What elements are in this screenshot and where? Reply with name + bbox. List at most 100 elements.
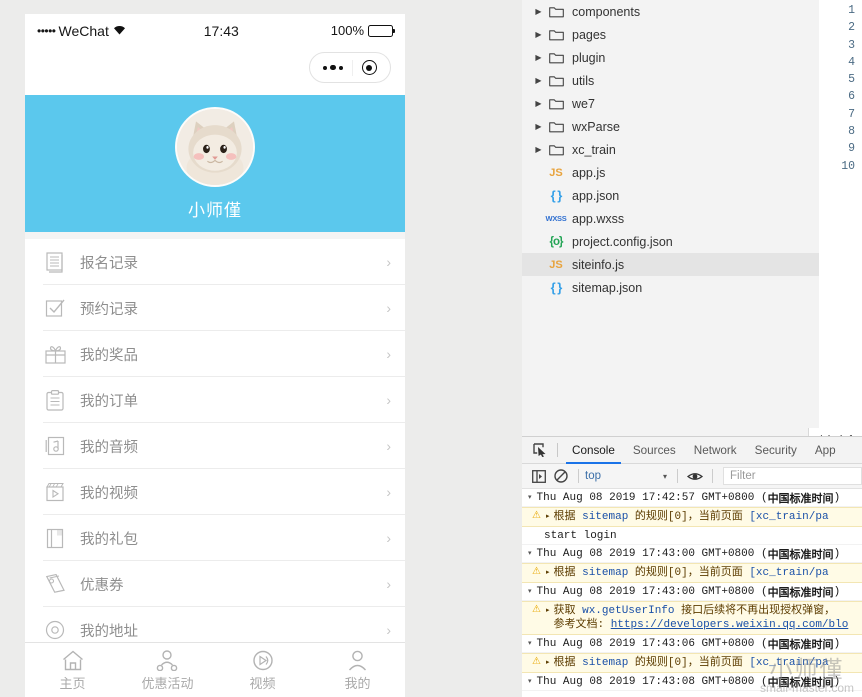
console-warning-row[interactable]: ⚠ ▸ 根据 sitemap 的规则[0]，当前页面 [xc_train/pa (522, 507, 862, 527)
wechat-capsule-button[interactable] (309, 52, 391, 83)
menu-item-5[interactable]: 我的音频 › (25, 423, 405, 469)
devtools-tab-console[interactable]: Console (563, 437, 624, 464)
chevron-down-icon[interactable]: ▾ (528, 639, 532, 648)
chevron-right-icon: › (386, 484, 391, 500)
menu-item-4[interactable]: 我的订单 › (25, 377, 405, 423)
devtools-tab-sources[interactable]: Sources (624, 437, 685, 464)
console-output[interactable]: ▾ Thu Aug 08 2019 17:42:57 GMT+0800 (中国标准… (522, 489, 862, 697)
menu-item-2[interactable]: 预约记录 › (25, 285, 405, 331)
live-expression-icon[interactable] (684, 466, 706, 486)
file-tree-row[interactable]: { } app.json (522, 184, 819, 207)
inspect-element-icon[interactable] (528, 440, 552, 460)
folder-icon (545, 121, 567, 133)
console-warning-row[interactable]: ⚠ ▸ 根据 sitemap 的规则[0]，当前页面 [xc_train/pa (522, 653, 862, 673)
file-tree-label: siteinfo.js (572, 257, 625, 272)
console-timezone: 中国标准时间 (767, 677, 834, 690)
chevron-down-icon[interactable]: ▾ (528, 677, 532, 686)
devtools-tab-app[interactable]: App (806, 437, 845, 464)
file-tree-row[interactable]: WXSS app.wxss (522, 207, 819, 230)
file-tree-label: wxParse (572, 119, 620, 134)
chevron-down-icon[interactable]: ▾ (528, 493, 532, 502)
file-tree-label: plugin (572, 50, 606, 65)
statusbar-right: 100% (331, 23, 396, 38)
file-tree-row[interactable]: ▶ pages (522, 23, 819, 46)
chevron-right-icon[interactable]: ▶ (532, 122, 545, 131)
console-doc-link[interactable]: https://developers.weixin.qq.com/blo (611, 619, 849, 631)
chevron-right-icon[interactable]: ▶ (532, 53, 545, 62)
file-tree-row[interactable]: ▶ wxParse (522, 115, 819, 138)
chevron-right-icon[interactable]: ▶ (532, 99, 545, 108)
console-warning-text: 根据 sitemap 的规则[0]，当前页面 [xc_train/pa (553, 511, 829, 523)
chevron-right-icon[interactable]: ▶ (532, 7, 545, 16)
chevron-right-icon[interactable]: ▸ (546, 510, 550, 524)
console-group-header[interactable]: ▾ Thu Aug 08 2019 17:43:06 GMT+0800 (中国标准… (522, 635, 862, 653)
more-dots-icon[interactable] (323, 64, 343, 71)
chevron-right-icon[interactable]: ▶ (532, 76, 545, 85)
chevron-right-icon[interactable]: ▶ (532, 30, 545, 39)
file-tree-row[interactable]: JS app.js (522, 161, 819, 184)
file-tree-row[interactable]: {o} project.config.json (522, 230, 819, 253)
menu-item-8[interactable]: 优惠券 › (25, 561, 405, 607)
console-filter-input[interactable]: Filter (723, 467, 862, 485)
chevron-down-icon[interactable]: ▾ (528, 587, 532, 596)
signal-dots-icon: ••••• (37, 23, 56, 38)
devtools-tab-security[interactable]: Security (746, 437, 806, 464)
avatar[interactable] (175, 106, 255, 187)
list-book-icon (43, 250, 67, 274)
file-tree-row[interactable]: ▶ utils (522, 69, 819, 92)
chevron-right-icon[interactable]: ▸ (546, 656, 550, 670)
console-timezone: 中国标准时间 (767, 549, 834, 562)
tabbar-item-2[interactable]: 优惠活动 (120, 643, 215, 697)
cat-avatar-image (177, 108, 253, 185)
tabbar-item-3[interactable]: 视频 (215, 643, 310, 697)
file-tree[interactable]: ▶ components ▶ pages ▶ plugin ▶ utils ▶ we7 ▶ wxPar… (522, 0, 819, 428)
tabbar-item-label: 主页 (59, 676, 86, 691)
devtools-divider (557, 443, 558, 457)
file-tree-row[interactable]: ▶ we7 (522, 92, 819, 115)
line-number: 4 (848, 55, 855, 69)
menu-item-1[interactable]: 报名记录 › (25, 239, 405, 285)
line-number: 8 (848, 125, 855, 139)
chevron-right-icon: › (386, 392, 391, 408)
file-tree-row[interactable]: ▶ plugin (522, 46, 819, 69)
devtools-tab-network[interactable]: Network (685, 437, 746, 464)
editor-body (819, 0, 832, 428)
console-group-header[interactable]: ▾ Thu Aug 08 2019 17:42:57 GMT+0800 (中国标准… (522, 489, 862, 507)
console-timestamp-tail: ) (833, 547, 841, 560)
menu-item-6[interactable]: 我的视频 › (25, 469, 405, 515)
file-tree-label: components (572, 4, 641, 19)
console-sidebar-icon[interactable] (528, 466, 550, 486)
line-number: 1 (848, 4, 855, 17)
menu-item-label: 报名记录 (80, 255, 138, 272)
gift-bag-icon (43, 526, 67, 550)
tabbar-item-1[interactable]: 主页 (25, 643, 120, 697)
console-warning-row[interactable]: ⚠ ▸ 根据 sitemap 的规则[0]，当前页面 [xc_train/pa (522, 563, 862, 583)
chevron-right-icon[interactable]: ▶ (532, 145, 545, 154)
console-warning-row[interactable]: ⚠ ▸ 获取 wx.getUserInfo 接口后续将不再出现授权弹窗， 参考文档: … (522, 601, 862, 635)
phone-frame: ••••• WeChat 17:43 100% 小师僅 报名记录 › 预约记录 … (25, 14, 405, 697)
line-number: 2 (848, 21, 855, 35)
target-circle-icon[interactable] (361, 60, 377, 75)
clear-console-icon[interactable] (550, 466, 572, 486)
chevron-right-icon[interactable]: ▸ (546, 566, 550, 580)
tabbar-item-4[interactable]: 我的 (310, 643, 405, 697)
chevron-down-icon[interactable]: ▾ (528, 549, 532, 558)
file-tree-row[interactable]: JS siteinfo.js (522, 253, 819, 276)
console-group-header[interactable]: ▾ Thu Aug 08 2019 17:43:00 GMT+0800 (中国标准… (522, 545, 862, 563)
menu-item-3[interactable]: 我的奖品 › (25, 331, 405, 377)
file-tree-row[interactable]: { } sitemap.json (522, 276, 819, 299)
file-tree-label: xc_train (572, 142, 616, 157)
console-timestamp: Thu Aug 08 2019 17:43:00 GMT+0800 ( (536, 585, 768, 598)
console-group-header[interactable]: ▾ Thu Aug 08 2019 17:43:08 GMT+0800 (中国标准… (522, 673, 862, 691)
line-number: 10 (841, 159, 855, 173)
menu-item-label: 我的地址 (80, 623, 138, 640)
file-tree-row[interactable]: ▶ components (522, 0, 819, 23)
clipboard-icon (43, 388, 67, 412)
chevron-right-icon[interactable]: ▸ (546, 604, 550, 618)
line-number: 5 (848, 73, 855, 87)
simulator-area: ••••• WeChat 17:43 100% 小师僅 报名记录 › 预约记录 … (0, 0, 522, 697)
file-tree-row[interactable]: ▶ xc_train (522, 138, 819, 161)
console-context-selector[interactable]: top ▾ (585, 470, 671, 482)
menu-item-7[interactable]: 我的礼包 › (25, 515, 405, 561)
console-group-header[interactable]: ▾ Thu Aug 08 2019 17:43:00 GMT+0800 (中国标准… (522, 583, 862, 601)
